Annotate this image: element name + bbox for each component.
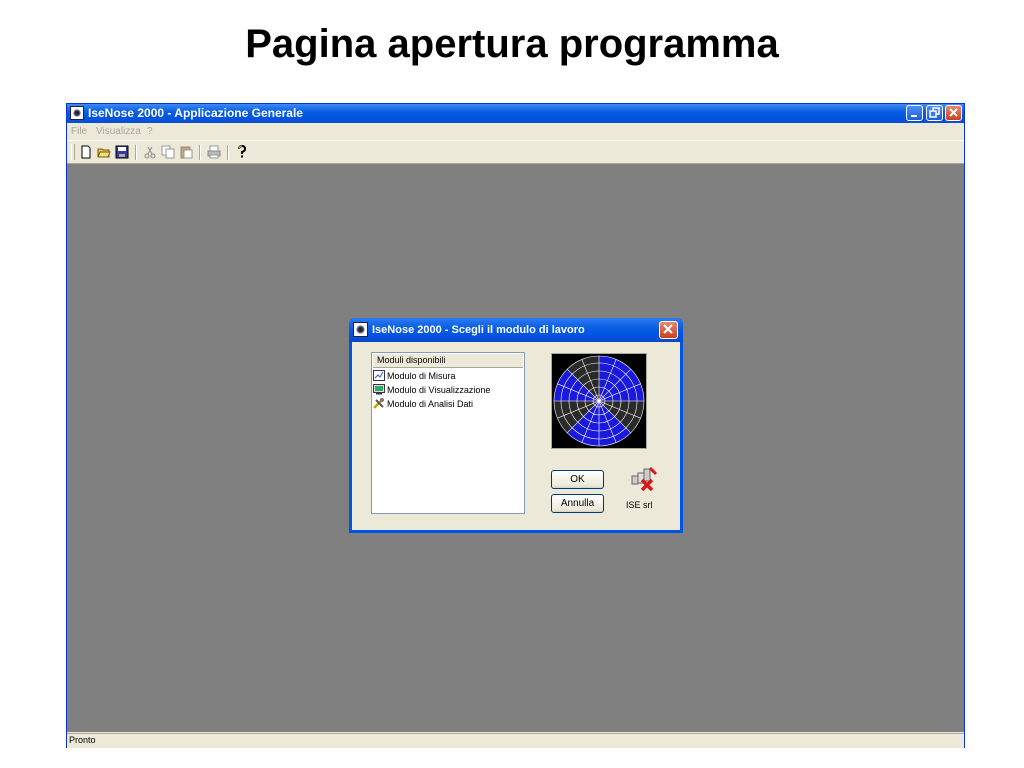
menu-bar: File Visualizza ? <box>67 123 964 140</box>
tools-icon <box>373 398 384 409</box>
dialog-close-button[interactable] <box>659 321 678 339</box>
toolbar <box>67 140 964 164</box>
new-file-icon[interactable] <box>79 145 93 159</box>
radar-chart-icon <box>552 354 646 448</box>
list-item-analisi[interactable]: Modulo di Analisi Dati <box>373 397 473 411</box>
slide-title: Pagina apertura programma <box>245 22 779 66</box>
toolbar-separator <box>227 145 229 160</box>
dialog-title: IseNose 2000 - Scegli il modulo di lavor… <box>372 324 585 336</box>
list-item-misura[interactable]: Modulo di Misura <box>373 369 456 383</box>
list-item-label: Modulo di Misura <box>387 371 456 381</box>
list-item-visualizzazione[interactable]: Modulo di Visualizzazione <box>373 383 490 397</box>
cancel-button[interactable]: Annulla <box>551 494 604 513</box>
open-folder-icon[interactable] <box>97 145 111 159</box>
status-text: Pronto <box>69 735 96 745</box>
dialog-titlebar[interactable]: IseNose 2000 - Scegli il modulo di lavor… <box>349 318 683 342</box>
toolbar-grip[interactable] <box>71 144 75 160</box>
module-dialog: IseNose 2000 - Scegli il modulo di lavor… <box>349 318 683 533</box>
minimize-button[interactable] <box>906 105 923 121</box>
list-item-label: Modulo di Analisi Dati <box>387 399 474 409</box>
menu-help[interactable]: ? <box>147 126 153 137</box>
restore-icon <box>929 107 940 118</box>
list-item-label: Modulo di Visualizzazione <box>387 385 491 395</box>
help-icon[interactable] <box>235 145 249 159</box>
monitor-icon <box>373 384 385 395</box>
close-icon <box>949 108 958 117</box>
close-button[interactable] <box>945 105 962 121</box>
save-icon[interactable] <box>115 145 129 159</box>
modules-list[interactable]: Moduli disponibili Modulo di Misura Modu… <box>371 352 525 514</box>
minimize-icon <box>911 115 917 117</box>
dialog-app-icon <box>353 322 368 337</box>
status-bar: Pronto <box>67 733 964 748</box>
chart-icon <box>373 370 385 381</box>
print-icon[interactable] <box>207 145 221 159</box>
ise-logo-icon <box>631 466 658 492</box>
cut-icon[interactable] <box>143 145 157 159</box>
restore-button[interactable] <box>926 105 943 121</box>
list-header[interactable]: Moduli disponibili <box>373 354 523 368</box>
toolbar-separator <box>135 145 137 160</box>
menu-file[interactable]: File <box>71 126 87 137</box>
app-title: IseNose 2000 - Applicazione Generale <box>88 106 303 120</box>
radar-preview <box>551 353 647 449</box>
company-label: ISE srl <box>626 500 653 510</box>
toolbar-separator <box>199 145 201 160</box>
menu-visualizza[interactable]: Visualizza <box>96 126 141 137</box>
close-icon <box>663 324 673 334</box>
paste-icon[interactable] <box>179 145 193 159</box>
dialog-body: Moduli disponibili Modulo di Misura Modu… <box>352 342 680 530</box>
copy-icon[interactable] <box>161 145 175 159</box>
ok-button[interactable]: OK <box>551 470 604 489</box>
app-titlebar[interactable]: IseNose 2000 - Applicazione Generale <box>67 104 964 123</box>
app-icon <box>70 106 84 120</box>
